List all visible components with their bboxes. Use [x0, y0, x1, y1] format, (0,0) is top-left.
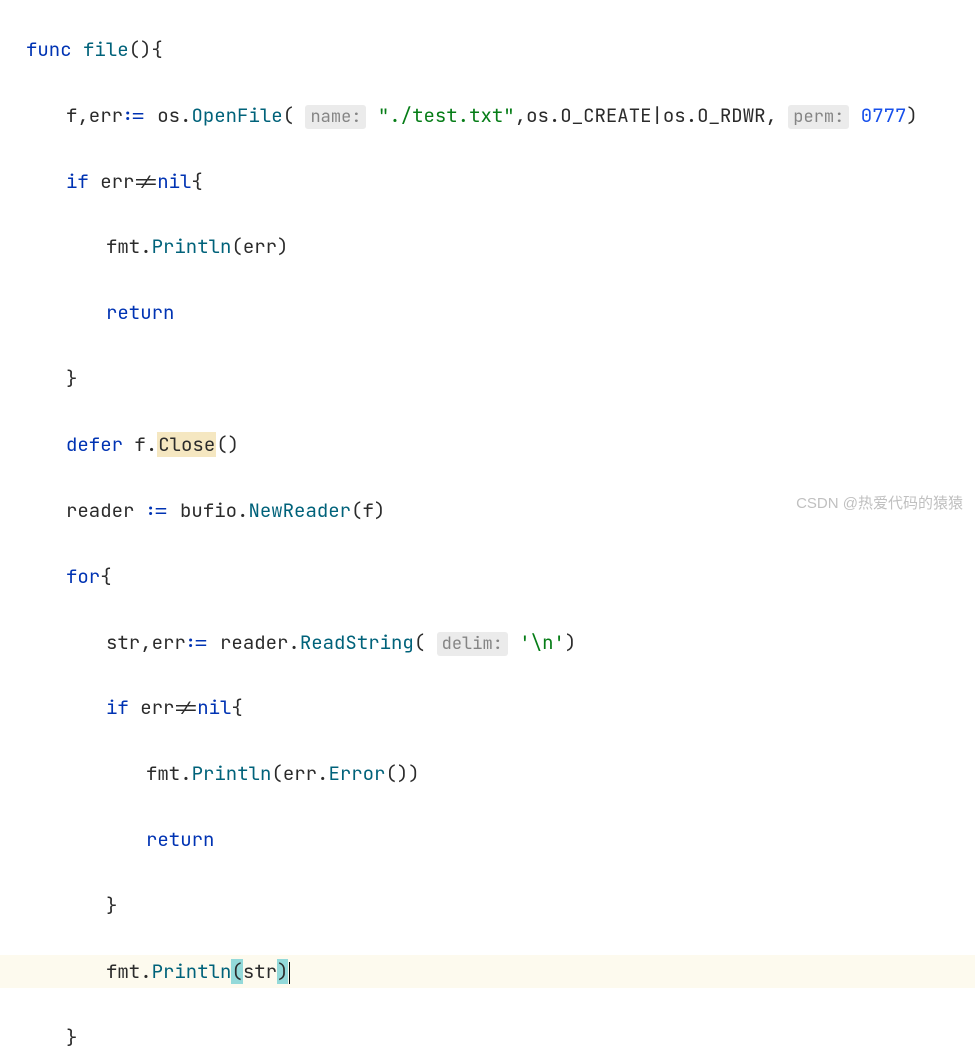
package: fmt: [106, 234, 140, 259]
syntax: (: [414, 630, 437, 655]
package: fmt: [106, 959, 140, 984]
syntax: {: [191, 169, 202, 194]
keyword-for: for: [66, 564, 100, 589]
param-hint: name:: [305, 105, 366, 129]
keyword-if: if: [66, 169, 89, 194]
package: fmt: [146, 761, 180, 786]
package: bufio.: [169, 498, 249, 523]
param-hint: perm:: [788, 105, 849, 129]
code-line[interactable]: }: [0, 889, 975, 922]
keyword-func: func: [26, 37, 72, 62]
variables: str,err: [106, 630, 186, 655]
watermark-text: CSDN @热爱代码的猿猿: [796, 491, 963, 517]
syntax: ()): [385, 761, 419, 786]
method-call: OpenFile: [191, 103, 282, 128]
operator: :=: [186, 630, 209, 655]
param-hint: delim:: [437, 632, 508, 656]
code-line[interactable]: if err!=nil{: [0, 691, 975, 724]
code-line[interactable]: if err!=nil{: [0, 165, 975, 198]
code-line[interactable]: return: [0, 823, 975, 856]
string-literal: "./test.txt": [378, 103, 515, 128]
condition: err!=: [129, 695, 197, 720]
code-line[interactable]: f,err:= os.OpenFile( name: "./test.txt",…: [0, 99, 975, 132]
args: (f): [351, 498, 385, 523]
syntax: (): [216, 432, 239, 457]
syntax: {: [231, 695, 242, 720]
code-line[interactable]: str,err:= reader.ReadString( delim: '\n'…: [0, 626, 975, 659]
syntax: (){: [129, 37, 163, 62]
method-highlighted: Close: [157, 432, 216, 457]
keyword-return: return: [146, 827, 214, 852]
method-call: Println: [192, 761, 272, 786]
code-line[interactable]: fmt.Println(err): [0, 230, 975, 263]
char-literal: '\n': [519, 630, 565, 655]
package: os: [157, 103, 180, 128]
function-name: file: [83, 37, 129, 62]
keyword-nil: nil: [197, 695, 231, 720]
keyword-nil: nil: [157, 169, 191, 194]
keyword-return: return: [106, 300, 174, 325]
paren-close: ): [277, 959, 288, 984]
syntax: ): [906, 103, 917, 128]
arg: str: [243, 959, 277, 984]
operator: :=: [123, 103, 146, 128]
method-call: Println: [152, 959, 232, 984]
method-call: Println: [152, 234, 232, 259]
method-call: NewReader: [248, 498, 351, 523]
keyword-if: if: [106, 695, 129, 720]
syntax: ): [565, 630, 576, 655]
object: f.: [123, 432, 157, 457]
variables: f,err: [66, 103, 123, 128]
paren-open: (: [231, 959, 242, 984]
object: reader.: [209, 630, 300, 655]
variable: reader: [66, 498, 146, 523]
method-call: ReadString: [300, 630, 414, 655]
keyword-defer: defer: [66, 432, 123, 457]
number-literal: 0777: [861, 103, 907, 128]
code-line[interactable]: for{: [0, 560, 975, 593]
constants: ,os.O_CREATE|os.O_RDWR,: [515, 103, 789, 128]
syntax: }: [66, 1025, 77, 1046]
syntax: (err.: [271, 761, 328, 786]
code-line[interactable]: fmt.Println(err.Error()): [0, 757, 975, 790]
code-line-current[interactable]: fmt.Println(str): [0, 955, 975, 988]
code-line[interactable]: defer f.Close(): [0, 428, 975, 461]
syntax: }: [66, 366, 77, 391]
code-editor[interactable]: func file(){ f,err:= os.OpenFile( name: …: [0, 0, 975, 1046]
condition: err!=: [89, 169, 157, 194]
method-call: Error: [328, 761, 385, 786]
code-line[interactable]: }: [0, 362, 975, 395]
text-cursor: [289, 962, 290, 984]
code-line[interactable]: return: [0, 296, 975, 329]
code-line[interactable]: func file(){: [0, 33, 975, 66]
operator: :=: [146, 498, 169, 523]
syntax: }: [106, 893, 117, 918]
syntax: {: [100, 564, 111, 589]
args: (err): [231, 234, 288, 259]
code-line[interactable]: }: [0, 1021, 975, 1046]
